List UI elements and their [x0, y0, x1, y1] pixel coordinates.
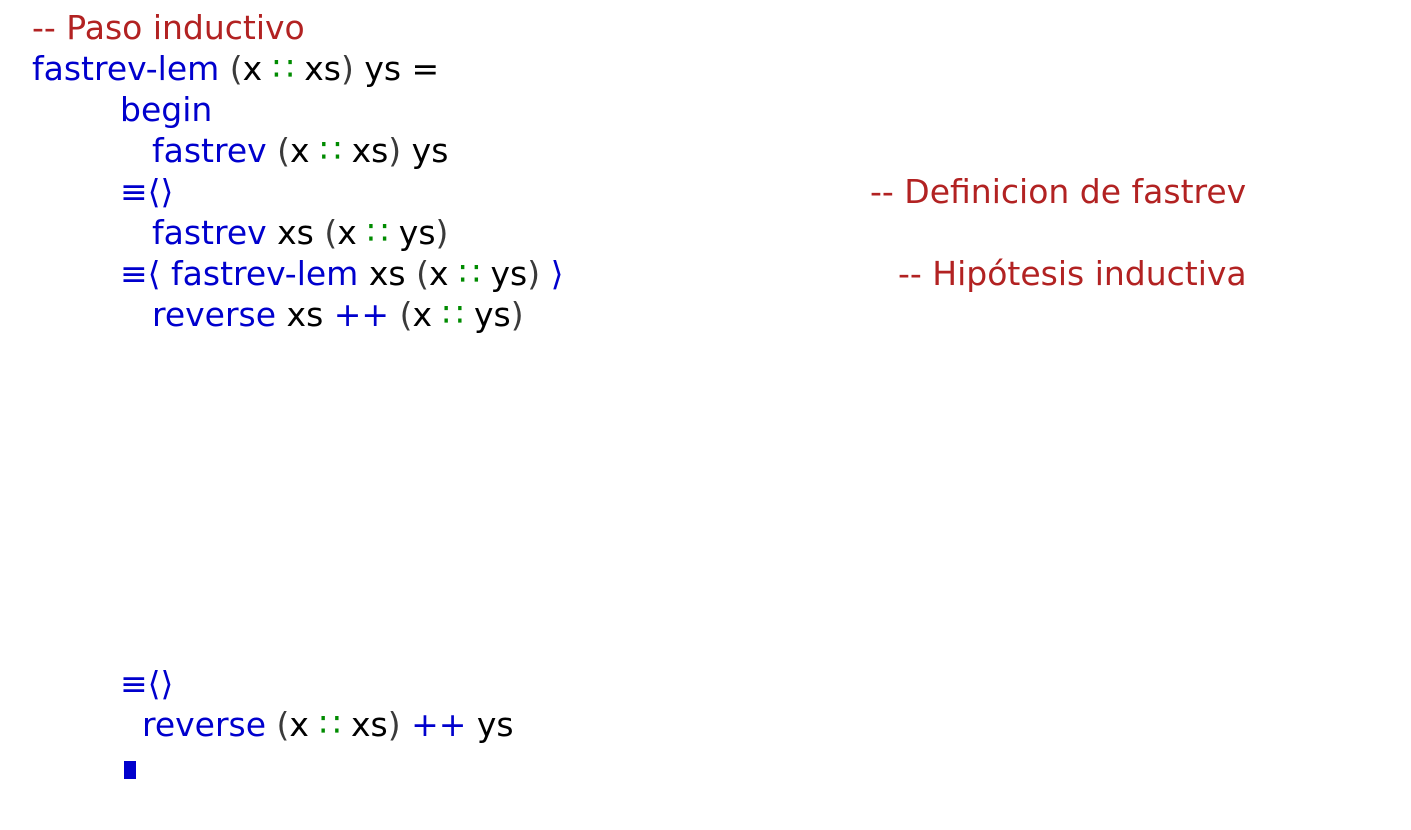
- var-ys[interactable]: ys: [490, 254, 527, 293]
- proof-step-3[interactable]: reverse xs ++ (x ∷ ys): [152, 294, 524, 335]
- var-ys[interactable]: ys: [474, 295, 511, 334]
- equiv-open: ≡⟨: [120, 254, 161, 293]
- paren-close: ): [387, 705, 401, 744]
- paren-open: (: [229, 49, 243, 88]
- code-editor[interactable]: -- Paso inductivo fastrev-lem (x ∷ xs) y…: [0, 0, 1411, 830]
- paren-close: ): [510, 295, 524, 334]
- cons-operator[interactable]: ∷: [273, 49, 294, 88]
- paren-open: (: [416, 254, 429, 293]
- equals-sign: =: [411, 49, 440, 88]
- comment-definicion-fastrev: -- Definicion de fastrev: [870, 172, 1247, 211]
- paren-close: ): [340, 49, 354, 88]
- var-ys[interactable]: ys: [364, 49, 401, 88]
- var-xs[interactable]: xs: [287, 295, 324, 334]
- cons-operator[interactable]: ∷: [367, 213, 388, 252]
- proof-step-2[interactable]: fastrev xs (x ∷ ys): [152, 212, 448, 253]
- append-operator[interactable]: ++: [411, 705, 466, 744]
- var-ys[interactable]: ys: [412, 131, 449, 170]
- var-x[interactable]: x: [412, 295, 432, 334]
- proof-goal[interactable]: reverse (x ∷ xs) ++ ys: [142, 704, 514, 745]
- paren-close: ): [388, 131, 402, 170]
- cons-operator[interactable]: ∷: [443, 295, 464, 334]
- equiv-close: ⟩: [550, 254, 564, 293]
- cons-operator[interactable]: ∷: [319, 705, 340, 744]
- var-x[interactable]: x: [289, 705, 309, 744]
- var-xs[interactable]: xs: [351, 705, 388, 744]
- begin-keyword[interactable]: begin: [120, 89, 212, 130]
- var-xs[interactable]: xs: [369, 254, 406, 293]
- var-xs[interactable]: xs: [304, 49, 341, 88]
- paren-open: (: [276, 705, 290, 744]
- comment-hipotesis-inductiva: -- Hipótesis inductiva: [898, 254, 1247, 293]
- reverse-function[interactable]: reverse: [152, 295, 276, 334]
- lemma-definition-line[interactable]: fastrev-lem (x ∷ xs) ys =: [32, 48, 439, 89]
- comment-paso-inductivo: -- Paso inductivo: [32, 8, 305, 47]
- equiv-reasoning-1[interactable]: ≡⟨⟩: [120, 171, 173, 212]
- lemma-name[interactable]: fastrev-lem: [171, 254, 358, 293]
- fastrev-function[interactable]: fastrev: [152, 213, 267, 252]
- var-x[interactable]: x: [243, 49, 263, 88]
- paren-open: (: [277, 131, 291, 170]
- equiv-reasoning-2[interactable]: ≡⟨ fastrev-lem xs (x ∷ ys) ⟩: [120, 253, 563, 294]
- var-ys[interactable]: ys: [477, 705, 514, 744]
- cons-operator[interactable]: ∷: [320, 131, 341, 170]
- paren-close: ): [527, 254, 541, 293]
- lemma-name[interactable]: fastrev-lem: [32, 49, 219, 88]
- reverse-function[interactable]: reverse: [142, 705, 266, 744]
- equiv-reasoning-3[interactable]: ≡⟨⟩: [120, 663, 173, 704]
- var-xs[interactable]: xs: [352, 131, 389, 170]
- proof-step-1[interactable]: fastrev (x ∷ xs) ys: [152, 130, 448, 171]
- qed-mark: [124, 761, 136, 779]
- var-x[interactable]: x: [290, 131, 310, 170]
- var-ys[interactable]: ys: [399, 213, 436, 252]
- paren-open: (: [399, 295, 413, 334]
- fastrev-function[interactable]: fastrev: [152, 131, 267, 170]
- paren-open: (: [324, 213, 338, 252]
- var-x[interactable]: x: [429, 254, 449, 293]
- var-xs[interactable]: xs: [277, 213, 314, 252]
- var-x[interactable]: x: [337, 213, 357, 252]
- cons-operator[interactable]: ∷: [459, 254, 480, 293]
- append-operator[interactable]: ++: [334, 295, 389, 334]
- paren-close: ): [435, 213, 449, 252]
